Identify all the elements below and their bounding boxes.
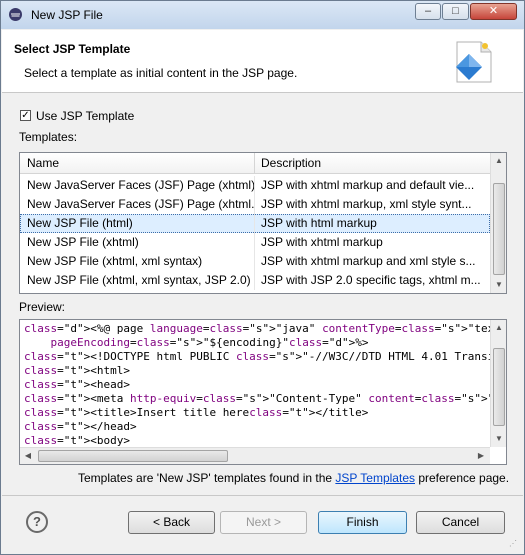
templates-label: Templates:	[19, 130, 78, 144]
scroll-right-arrow-icon[interactable]: ▶	[473, 448, 489, 464]
template-name: New JSP File (html)	[27, 216, 133, 230]
preview-pane[interactable]: class="d"><%@ page language=class="s">"j…	[19, 319, 507, 465]
template-description: JSP with xhtml markup, xml style synt...	[261, 197, 472, 211]
scroll-down-arrow-icon[interactable]: ▼	[491, 431, 506, 447]
finish-button[interactable]: Finish	[318, 511, 407, 534]
help-icon[interactable]: ?	[26, 511, 48, 533]
dialog-window: New JSP File – □ ✕ Select JSP Template S…	[0, 0, 525, 555]
resize-grip-icon[interactable]: ⋰	[509, 539, 521, 551]
info-prefix: Templates are 'New JSP' templates found …	[78, 471, 336, 485]
column-header-description[interactable]: Description	[261, 156, 321, 170]
preview-vertical-scrollbar[interactable]: ▲ ▼	[490, 320, 506, 447]
preview-code[interactable]: class="d"><%@ page language=class="s">"j…	[24, 322, 490, 446]
column-header-name[interactable]: Name	[27, 156, 59, 170]
page-description: Select a template as initial content in …	[24, 66, 298, 80]
cell-divider	[254, 233, 255, 252]
table-row[interactable]: New JSP File (xhtml, xml syntax) JSP wit…	[20, 252, 490, 271]
use-template-label[interactable]: Use JSP Template	[36, 109, 134, 123]
preview-label: Preview:	[19, 300, 66, 314]
use-template-checkbox[interactable]: ✓	[20, 110, 31, 121]
code-line: class="t"><body>	[24, 434, 130, 446]
template-name: New JSP File (xhtml, xml syntax)	[27, 254, 203, 268]
code-line: class="t"><!DOCTYPE html PUBLIC class="s…	[24, 350, 490, 363]
template-name: New JavaServer Faces (JSF) Page (xhtml..…	[27, 197, 255, 211]
column-divider[interactable]	[254, 153, 255, 173]
template-description: JSP with xhtml markup	[261, 235, 383, 249]
title-bar[interactable]: New JSP File – □ ✕	[1, 1, 524, 29]
jsp-wizard-banner-icon	[456, 41, 492, 83]
table-row[interactable]: New JavaServer Faces (JSF) Page (xhtml..…	[20, 195, 490, 214]
scrollbar-thumb[interactable]	[493, 183, 505, 275]
page-title: Select JSP Template	[14, 42, 131, 56]
templates-info-text: Templates are 'New JSP' templates found …	[78, 471, 509, 485]
scroll-down-arrow-icon[interactable]: ▼	[491, 277, 506, 293]
code-line: class="t"><head>	[24, 378, 130, 391]
templates-table: Name Description New JavaServer Faces (J…	[19, 152, 507, 294]
cell-divider	[254, 252, 255, 271]
cancel-button[interactable]: Cancel	[416, 511, 505, 534]
template-name: New JSP File (xhtml, xml syntax, JSP 2.0…	[27, 273, 251, 287]
template-description: JSP with JSP 2.0 specific tags, xhtml m.…	[261, 273, 481, 287]
scrollbar-thumb[interactable]	[493, 348, 505, 426]
scrollbar-thumb[interactable]	[38, 450, 228, 462]
cell-divider	[254, 176, 255, 195]
wizard-header: Select JSP Template Select a template as…	[2, 30, 523, 93]
jsp-templates-link[interactable]: JSP Templates	[335, 471, 415, 485]
table-header: Name Description	[20, 153, 490, 174]
maximize-button[interactable]: □	[442, 3, 469, 20]
close-button[interactable]: ✕	[470, 3, 517, 20]
code-line: class="t"><html>	[24, 364, 130, 377]
cell-divider	[254, 271, 255, 290]
templates-vertical-scrollbar[interactable]: ▲ ▼	[490, 153, 506, 293]
code-line: class="t"><title>Insert title hereclass=…	[24, 406, 369, 419]
scroll-left-arrow-icon[interactable]: ◀	[20, 448, 36, 464]
code-line: pageEncoding=class="s">"${encoding}"clas…	[50, 336, 369, 349]
table-row-selected[interactable]: New JSP File (html) JSP with html markup	[20, 214, 490, 233]
table-row[interactable]: New JavaServer Faces (JSF) Page (xhtml) …	[20, 176, 490, 195]
cell-divider	[254, 214, 255, 233]
minimize-button[interactable]: –	[415, 3, 441, 20]
scroll-up-arrow-icon[interactable]: ▲	[491, 153, 506, 169]
preview-horizontal-scrollbar[interactable]: ◀ ▶	[20, 447, 490, 464]
eclipse-app-icon	[9, 8, 22, 21]
template-description: JSP with xhtml markup and default vie...	[261, 178, 475, 192]
table-row[interactable]: New JSP File (xhtml, xml syntax, JSP 2.0…	[20, 271, 490, 290]
template-name: New JSP File (xhtml)	[27, 235, 139, 249]
cell-divider	[254, 195, 255, 214]
button-bar-divider	[2, 495, 523, 496]
code-line: class="d"><%@ page language=class="s">"j…	[24, 322, 490, 335]
code-line: class="t"></head>	[24, 420, 137, 433]
info-suffix: preference page.	[415, 471, 510, 485]
next-button[interactable]: Next >	[220, 511, 307, 534]
scroll-up-arrow-icon[interactable]: ▲	[491, 320, 506, 336]
window-title: New JSP File	[31, 8, 103, 22]
code-line: class="t"><meta http-equiv=class="s">"Co…	[24, 392, 490, 405]
template-description: JSP with xhtml markup and xml style s...	[261, 254, 476, 268]
template-name: New JavaServer Faces (JSF) Page (xhtml)	[27, 178, 255, 192]
table-row[interactable]: New JSP File (xhtml) JSP with xhtml mark…	[20, 233, 490, 252]
back-button[interactable]: < Back	[128, 511, 215, 534]
template-description: JSP with html markup	[261, 216, 377, 230]
